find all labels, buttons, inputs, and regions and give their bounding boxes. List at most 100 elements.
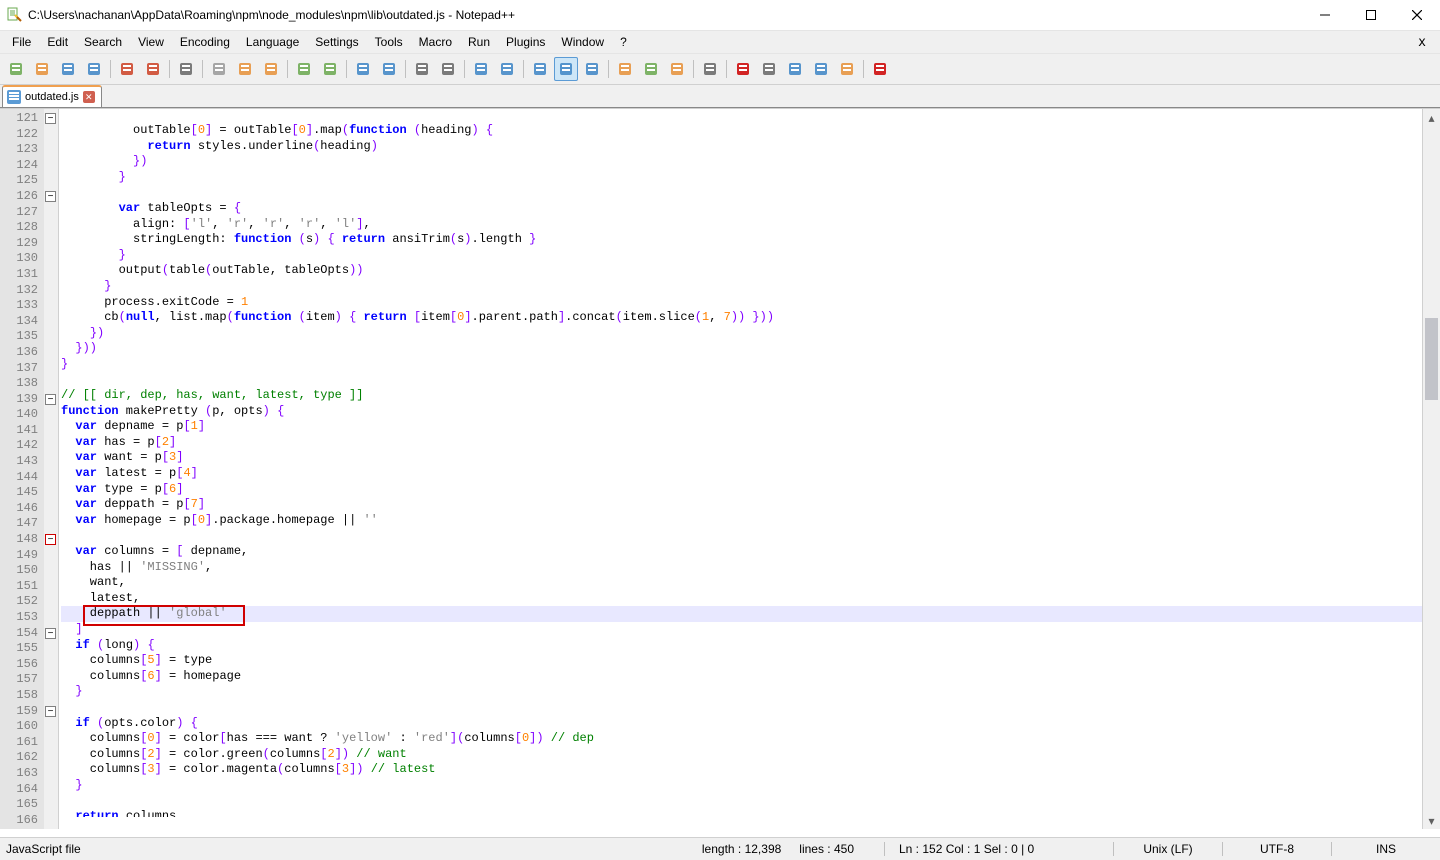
tab-outdated-js[interactable]: outdated.js ✕ bbox=[2, 85, 102, 107]
new-file-icon[interactable] bbox=[4, 57, 28, 81]
code-line[interactable]: var deppath = p[7] bbox=[61, 497, 1422, 513]
sync-v-icon[interactable] bbox=[469, 57, 493, 81]
menu-search[interactable]: Search bbox=[76, 33, 130, 51]
code-line[interactable]: })) bbox=[61, 341, 1422, 357]
indent-guide-icon[interactable] bbox=[580, 57, 604, 81]
code-line[interactable]: columns[3] = color.magenta(columns[3]) /… bbox=[61, 762, 1422, 778]
scroll-up-icon[interactable]: ▴ bbox=[1423, 109, 1440, 126]
redo-icon[interactable] bbox=[318, 57, 342, 81]
menu-encoding[interactable]: Encoding bbox=[172, 33, 238, 51]
code-line[interactable]: columns[0] = color[has === want ? 'yello… bbox=[61, 731, 1422, 747]
open-file-icon[interactable] bbox=[30, 57, 54, 81]
maximize-button[interactable] bbox=[1348, 0, 1394, 30]
code-line[interactable]: columns[6] = homepage bbox=[61, 669, 1422, 685]
code-line[interactable]: var type = p[6] bbox=[61, 482, 1422, 498]
code-line[interactable]: function makePretty (p, opts) { bbox=[61, 404, 1422, 420]
close-icon[interactable] bbox=[115, 57, 139, 81]
code-line[interactable]: align: ['l', 'r', 'r', 'r', 'l'], bbox=[61, 217, 1422, 233]
code-line[interactable]: return columns bbox=[61, 809, 1422, 817]
mdi-close-button[interactable]: x bbox=[1408, 35, 1436, 50]
tab-close-icon[interactable]: ✕ bbox=[83, 91, 95, 103]
code-line[interactable]: outTable[0] = outTable[0].map(function (… bbox=[61, 123, 1422, 139]
code-line[interactable] bbox=[61, 700, 1422, 716]
record-icon[interactable] bbox=[731, 57, 755, 81]
code-line[interactable]: } bbox=[61, 279, 1422, 295]
code-line[interactable]: } bbox=[61, 248, 1422, 264]
menu-language[interactable]: Language bbox=[238, 33, 307, 51]
code-line[interactable]: }) bbox=[61, 326, 1422, 342]
stop-icon[interactable] bbox=[757, 57, 781, 81]
replace-icon[interactable] bbox=[377, 57, 401, 81]
menu-tools[interactable]: Tools bbox=[367, 33, 411, 51]
code-line[interactable]: columns[2] = color.green(columns[2]) // … bbox=[61, 747, 1422, 763]
code-line[interactable]: want, bbox=[61, 575, 1422, 591]
cut-icon[interactable] bbox=[207, 57, 231, 81]
doc-map-icon[interactable] bbox=[613, 57, 637, 81]
code-line[interactable]: } bbox=[61, 778, 1422, 794]
menu-edit[interactable]: Edit bbox=[39, 33, 76, 51]
menu-[interactable]: ? bbox=[612, 33, 635, 51]
scrollbar-track[interactable] bbox=[1423, 126, 1440, 812]
code-line[interactable]: } bbox=[61, 170, 1422, 186]
menu-view[interactable]: View bbox=[130, 33, 172, 51]
code-line[interactable]: var tableOpts = { bbox=[61, 201, 1422, 217]
sync-h-icon[interactable] bbox=[495, 57, 519, 81]
code-line[interactable] bbox=[61, 185, 1422, 201]
code-line[interactable]: var latest = p[4] bbox=[61, 466, 1422, 482]
code-line[interactable]: if (opts.color) { bbox=[61, 716, 1422, 732]
folder-icon[interactable] bbox=[665, 57, 689, 81]
code-line[interactable]: var want = p[3] bbox=[61, 450, 1422, 466]
find-icon[interactable] bbox=[351, 57, 375, 81]
code-line[interactable]: } bbox=[61, 684, 1422, 700]
save-icon[interactable] bbox=[56, 57, 80, 81]
code-line[interactable]: deppath || 'global' bbox=[61, 606, 1422, 622]
close-all-icon[interactable] bbox=[141, 57, 165, 81]
zoom-in-icon[interactable] bbox=[410, 57, 434, 81]
code-line[interactable]: var homepage = p[0].package.homepage || … bbox=[61, 513, 1422, 529]
close-button[interactable] bbox=[1394, 0, 1440, 30]
code-line[interactable]: stringLength: function (s) { return ansi… bbox=[61, 232, 1422, 248]
code-line[interactable]: output(table(outTable, tableOpts)) bbox=[61, 263, 1422, 279]
show-all-icon[interactable] bbox=[554, 57, 578, 81]
code-line[interactable]: ] bbox=[61, 622, 1422, 638]
spellcheck-icon[interactable] bbox=[868, 57, 892, 81]
fold-toggle[interactable]: − bbox=[45, 191, 56, 202]
code-line[interactable] bbox=[61, 528, 1422, 544]
func-list-icon[interactable] bbox=[639, 57, 663, 81]
fold-toggle[interactable]: − bbox=[45, 534, 56, 545]
fold-toggle[interactable]: − bbox=[45, 706, 56, 717]
fold-toggle[interactable]: − bbox=[45, 628, 56, 639]
code-line[interactable]: }) bbox=[61, 154, 1422, 170]
print-icon[interactable] bbox=[174, 57, 198, 81]
wordwrap-icon[interactable] bbox=[528, 57, 552, 81]
code-line[interactable]: var columns = [ depname, bbox=[61, 544, 1422, 560]
code-line[interactable]: has || 'MISSING', bbox=[61, 560, 1422, 576]
menu-run[interactable]: Run bbox=[460, 33, 498, 51]
code-line[interactable]: var depname = p[1] bbox=[61, 419, 1422, 435]
menu-settings[interactable]: Settings bbox=[307, 33, 366, 51]
code-line[interactable]: if (long) { bbox=[61, 638, 1422, 654]
vertical-scrollbar[interactable]: ▴ ▾ bbox=[1422, 109, 1440, 829]
zoom-out-icon[interactable] bbox=[436, 57, 460, 81]
code-line[interactable]: columns[5] = type bbox=[61, 653, 1422, 669]
undo-icon[interactable] bbox=[292, 57, 316, 81]
code-line[interactable]: } bbox=[61, 357, 1422, 373]
scroll-down-icon[interactable]: ▾ bbox=[1423, 812, 1440, 829]
code-line[interactable]: cb(null, list.map(function (item) { retu… bbox=[61, 310, 1422, 326]
fold-toggle[interactable]: − bbox=[45, 394, 56, 405]
save-macro-icon[interactable] bbox=[835, 57, 859, 81]
play-multi-icon[interactable] bbox=[809, 57, 833, 81]
code-line[interactable]: return styles.underline(heading) bbox=[61, 139, 1422, 155]
fold-toggle[interactable]: − bbox=[45, 113, 56, 124]
copy-icon[interactable] bbox=[233, 57, 257, 81]
menu-plugins[interactable]: Plugins bbox=[498, 33, 553, 51]
menu-file[interactable]: File bbox=[4, 33, 39, 51]
code-line[interactable] bbox=[61, 373, 1422, 389]
menu-window[interactable]: Window bbox=[553, 33, 612, 51]
play-icon[interactable] bbox=[783, 57, 807, 81]
code-line[interactable]: process.exitCode = 1 bbox=[61, 295, 1422, 311]
code-area[interactable]: outTable[0] = outTable[0].map(function (… bbox=[59, 121, 1422, 817]
code-line[interactable]: var has = p[2] bbox=[61, 435, 1422, 451]
menu-macro[interactable]: Macro bbox=[411, 33, 460, 51]
minimize-button[interactable] bbox=[1302, 0, 1348, 30]
